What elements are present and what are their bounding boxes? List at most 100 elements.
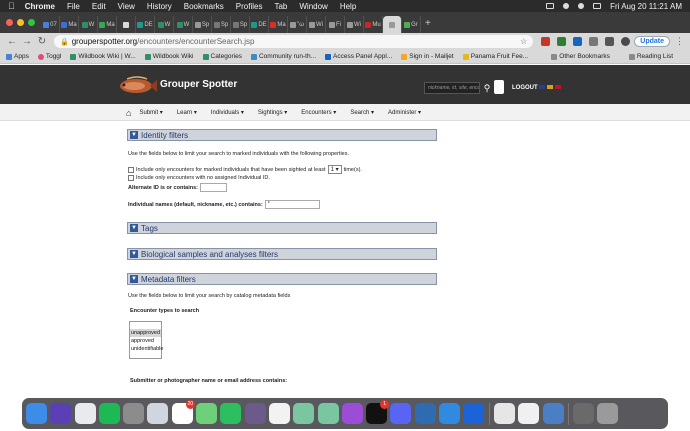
dock-stickies-icon[interactable] <box>518 403 540 424</box>
dock-chrome-icon[interactable] <box>74 403 96 424</box>
extension-icon[interactable] <box>573 37 583 46</box>
biological-samples-header[interactable]: ▼ Biological samples and analyses filter… <box>127 248 437 260</box>
dock-spotify-icon[interactable] <box>98 403 120 424</box>
user-avatar[interactable] <box>494 80 504 94</box>
browser-tab[interactable]: W <box>174 16 193 33</box>
new-tab-button[interactable]: + <box>425 18 431 29</box>
battery-icon[interactable] <box>546 3 555 9</box>
bookmark-apps[interactable]: Apps <box>6 53 29 60</box>
update-button[interactable]: Update <box>634 36 670 47</box>
menu-bookmarks[interactable]: Bookmarks <box>184 2 224 11</box>
france-flag-icon[interactable] <box>555 85 561 89</box>
encounter-type-approved[interactable]: approved <box>130 337 161 345</box>
nav-individuals[interactable]: Individuals ▾ <box>211 109 244 116</box>
browser-tab[interactable]: DE <box>136 16 155 33</box>
nav-search[interactable]: Search ▾ <box>350 109 374 116</box>
dock-podcasts-icon[interactable] <box>341 403 363 424</box>
spain-flag-icon[interactable] <box>547 85 553 89</box>
browser-tab[interactable]: Sp <box>193 16 212 33</box>
nav-administer[interactable]: Administer ▾ <box>388 109 421 116</box>
lock-icon[interactable]: 🔒 <box>60 38 69 46</box>
extension-icon[interactable] <box>557 37 567 46</box>
browser-tab[interactable]: Ma <box>269 16 288 33</box>
wifi-icon[interactable] <box>563 3 570 9</box>
search-icon[interactable] <box>578 3 585 9</box>
browser-tab[interactable]: Sp <box>212 16 231 33</box>
encounter-types-listbox[interactable]: unapproved approved unidentifiable <box>129 321 163 359</box>
forward-icon[interactable]: → <box>21 36 33 47</box>
menu-tab[interactable]: Tab <box>274 2 287 11</box>
dock-discord-icon[interactable] <box>390 403 412 424</box>
dock-slack-icon[interactable]: 20 <box>171 400 195 424</box>
metadata-filters-header[interactable]: ▼ Metadata filters <box>127 273 437 285</box>
address-bar[interactable]: 🔒 grouperspotter.org /encounters/encount… <box>54 35 534 48</box>
dock-launchpad-icon[interactable] <box>147 403 169 424</box>
extension-icon[interactable] <box>541 37 551 46</box>
browser-tab[interactable]: Wi <box>307 16 326 33</box>
bookmark-access-panel[interactable]: Access Panel Appl... <box>325 53 392 60</box>
nav-learn[interactable]: Learn ▾ <box>177 109 197 116</box>
menu-window[interactable]: Window <box>299 2 327 11</box>
browser-tab[interactable]: Wi <box>345 16 364 33</box>
dock-screen-icon[interactable] <box>573 403 595 424</box>
dock-chatgpt-1-icon[interactable] <box>293 403 315 424</box>
close-window-icon[interactable] <box>6 19 13 26</box>
browser-tab[interactable] <box>383 16 402 33</box>
identity-filters-header[interactable]: ▼ Identity filters <box>127 129 437 141</box>
reload-icon[interactable]: ↻ <box>36 36 48 47</box>
profile-avatar-icon[interactable] <box>621 37 631 46</box>
home-icon[interactable]: ⌂ <box>126 108 131 118</box>
search-icon[interactable]: ⚲ <box>481 82 493 94</box>
no-assigned-id-checkbox[interactable] <box>128 175 134 181</box>
grouper-logo-icon[interactable] <box>117 74 157 96</box>
menu-profiles[interactable]: Profiles <box>236 2 263 11</box>
browser-tab[interactable]: W <box>155 16 174 33</box>
dock-atom-icon[interactable] <box>196 403 218 424</box>
bookmark-categories[interactable]: Categories <box>202 53 242 60</box>
clock[interactable]: Fri Aug 20 11:21 AM <box>610 2 682 11</box>
tags-header[interactable]: ▼ Tags <box>127 222 437 234</box>
browser-tab[interactable]: Mu <box>364 16 383 33</box>
puzzle-icon[interactable] <box>589 37 599 46</box>
browser-tab[interactable]: Ma <box>98 16 117 33</box>
apple-icon[interactable]:  <box>8 1 15 11</box>
dock-downloads-icon[interactable] <box>542 403 564 424</box>
browser-tab[interactable]: "ω <box>288 16 307 33</box>
minimize-window-icon[interactable] <box>17 19 24 26</box>
bookmark-toggl[interactable]: Toggl <box>37 53 61 60</box>
nav-sightings[interactable]: Sightings ▾ <box>258 109 287 116</box>
uk-flag-icon[interactable] <box>539 85 545 89</box>
reading-list[interactable]: Reading List <box>628 53 673 60</box>
dock-onepassword-icon[interactable] <box>463 403 485 424</box>
zoom-window-icon[interactable] <box>28 19 35 26</box>
dock-system-preferences-icon[interactable] <box>123 403 145 424</box>
site-search-input[interactable]: nickname, id, site, encoun <box>424 82 480 94</box>
encounter-type-unapproved[interactable]: unapproved <box>130 329 161 337</box>
menu-edit[interactable]: Edit <box>92 2 106 11</box>
back-icon[interactable]: ← <box>6 36 18 47</box>
bookmark-mailjet[interactable]: Sign in - Mailjet <box>401 53 454 60</box>
browser-tab[interactable] <box>117 16 136 33</box>
dock-sourcetree-icon[interactable] <box>414 403 436 424</box>
sighted-at-least-checkbox[interactable] <box>128 166 134 173</box>
browser-tab[interactable]: Fi <box>326 16 345 33</box>
nav-encounters[interactable]: Encounters ▾ <box>301 109 336 116</box>
bookmark-wildbook-wiki-w[interactable]: Wildbook Wiki | W... <box>70 53 136 60</box>
dock-evernote-icon[interactable] <box>220 403 242 424</box>
bookmark-star-icon[interactable]: ☆ <box>520 37 527 46</box>
alternate-id-input[interactable] <box>200 183 227 192</box>
menu-view[interactable]: View <box>118 2 135 11</box>
browser-tab[interactable]: W <box>79 16 98 33</box>
browser-tab[interactable]: Ma <box>60 16 79 33</box>
menu-history[interactable]: History <box>147 2 172 11</box>
bookmark-community[interactable]: Community run-th... <box>250 53 316 60</box>
browser-tab[interactable]: Sp <box>231 16 250 33</box>
dock-finder-icon[interactable] <box>26 403 47 424</box>
encounter-type-unidentifiable[interactable]: unidentifiable <box>130 345 163 353</box>
control-center-icon[interactable] <box>593 3 602 9</box>
dock-preview-icon[interactable] <box>493 403 515 424</box>
individual-names-input[interactable]: * <box>264 200 320 209</box>
browser-tab[interactable]: DE <box>250 16 269 33</box>
browser-tab[interactable]: 07 <box>41 16 60 33</box>
site-title[interactable]: Grouper Spotter <box>160 79 237 90</box>
